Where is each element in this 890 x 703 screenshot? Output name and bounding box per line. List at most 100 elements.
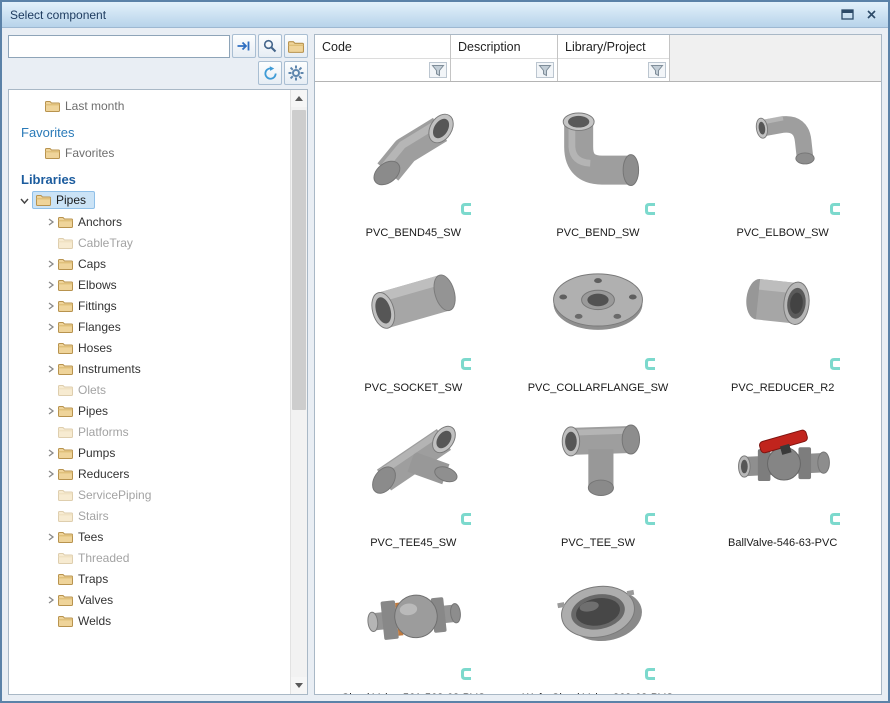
component-item[interactable]: PVC_TEE_SW — [506, 404, 691, 555]
tree-item-label: Hoses — [78, 341, 112, 355]
ballvalve-thumbnail — [725, 406, 841, 505]
tree-item-pipes-root[interactable]: Pipes — [9, 189, 290, 211]
magnifier-icon[interactable] — [258, 34, 282, 58]
tree-item-traps[interactable]: Traps — [9, 568, 290, 589]
folder-icon — [58, 531, 73, 543]
tree-item-label: Anchors — [78, 215, 122, 229]
chevron-right-icon[interactable] — [43, 533, 58, 541]
filter-funnel-icon[interactable] — [536, 62, 554, 78]
filter-funnel-icon[interactable] — [429, 62, 447, 78]
component-item[interactable]: PVC_COLLARFLANGE_SW — [506, 249, 691, 400]
chevron-right-icon[interactable] — [43, 260, 58, 268]
tree-item-label: Fittings — [78, 299, 117, 313]
tree-item-platforms[interactable]: Platforms — [9, 421, 290, 442]
folder-icon — [58, 405, 73, 417]
component-item[interactable]: PVC_SOCKET_SW — [321, 249, 506, 400]
tree-content: Last month Favorites Favorites Libraries — [9, 90, 290, 694]
folder-icon — [58, 468, 73, 480]
header-filler — [670, 35, 881, 81]
dialog-title: Select component — [10, 8, 106, 22]
scroll-up-icon[interactable] — [291, 90, 307, 107]
tree-item-favorites[interactable]: Favorites — [9, 142, 290, 163]
folder-icon — [58, 321, 73, 333]
gear-icon[interactable] — [284, 61, 308, 85]
tree-item-label: CableTray — [78, 236, 133, 250]
folder-icon — [58, 489, 73, 501]
close-icon[interactable] — [862, 7, 880, 22]
tree-item-reducers[interactable]: Reducers — [9, 463, 290, 484]
component-code: PVC_ELBOW_SW — [737, 227, 829, 239]
chevron-right-icon[interactable] — [43, 470, 58, 478]
component-item[interactable]: PVC_ELBOW_SW — [690, 94, 875, 245]
window-controls — [838, 7, 880, 22]
folder-icon — [58, 342, 73, 354]
column-header-description[interactable]: Description — [451, 35, 558, 81]
component-item[interactable]: PVC_BEND_SW — [506, 94, 691, 245]
tree-item-pumps[interactable]: Pumps — [9, 442, 290, 463]
scrollbar-thumb[interactable] — [292, 110, 306, 410]
chevron-right-icon[interactable] — [43, 407, 58, 415]
component-grid: PVC_BEND45_SWPVC_BEND_SW PVC_ELBOW_SW PVC_… — [315, 82, 881, 694]
tree-item-label: Olets — [78, 383, 106, 397]
open-folder-icon[interactable] — [284, 34, 308, 58]
folder-icon — [45, 147, 60, 159]
tree-item-label: Tees — [78, 530, 103, 544]
tree-item-valves[interactable]: Valves — [9, 589, 290, 610]
tree-item-last-month[interactable]: Last month — [9, 95, 290, 116]
chevron-right-icon[interactable] — [43, 281, 58, 289]
tree-item-label: ServicePiping — [78, 488, 151, 502]
folder-icon — [58, 552, 73, 564]
tree-item-anchors[interactable]: Anchors — [9, 211, 290, 232]
tree-scrollbar[interactable] — [290, 90, 307, 694]
chevron-right-icon[interactable] — [43, 596, 58, 604]
component-item[interactable]: PVC_REDUCER_R2 — [690, 249, 875, 400]
scroll-down-icon[interactable] — [291, 677, 307, 694]
search-input[interactable] — [8, 35, 230, 58]
component-badge-icon — [460, 357, 474, 376]
component-item[interactable]: PVC_TEE45_SW — [321, 404, 506, 555]
tree-item-pipes[interactable]: Pipes — [9, 400, 290, 421]
component-badge-icon — [644, 202, 658, 221]
component-item[interactable]: WaferCheckValve-369-63-PVC — [506, 559, 691, 694]
component-code: PVC_COLLARFLANGE_SW — [528, 382, 669, 394]
tree-item-threaded[interactable]: Threaded — [9, 547, 290, 568]
reducer-thumbnail — [725, 251, 841, 350]
title-bar[interactable]: Select component — [2, 2, 888, 28]
results-panel: Code Description Library/Project — [314, 34, 882, 695]
chevron-right-icon[interactable] — [43, 323, 58, 331]
dialog-body: Last month Favorites Favorites Libraries — [2, 28, 888, 701]
wafercheck-thumbnail — [540, 561, 656, 660]
tree-item-caps[interactable]: Caps — [9, 253, 290, 274]
chevron-right-icon[interactable] — [43, 449, 58, 457]
filter-funnel-icon[interactable] — [648, 62, 666, 78]
tree-item-elbows[interactable]: Elbows — [9, 274, 290, 295]
tree-item-hoses[interactable]: Hoses — [9, 337, 290, 358]
tree-item-flanges[interactable]: Flanges — [9, 316, 290, 337]
chevron-right-icon[interactable] — [43, 365, 58, 373]
tree-item-label: Traps — [78, 572, 108, 586]
go-button[interactable] — [232, 34, 256, 58]
component-code: PVC_SOCKET_SW — [364, 382, 462, 394]
tree-item-stairs[interactable]: Stairs — [9, 505, 290, 526]
tree-item-tees[interactable]: Tees — [9, 526, 290, 547]
chevron-right-icon[interactable] — [43, 218, 58, 226]
component-item[interactable]: CheckValve-561-562-63-PVC — [321, 559, 506, 694]
chevron-down-icon[interactable] — [17, 196, 32, 205]
component-item[interactable]: PVC_BEND45_SW — [321, 94, 506, 245]
folder-icon — [58, 384, 73, 396]
chevron-right-icon[interactable] — [43, 302, 58, 310]
tree-item-instruments[interactable]: Instruments — [9, 358, 290, 379]
tree-item-fittings[interactable]: Fittings — [9, 295, 290, 316]
refresh-icon[interactable] — [258, 61, 282, 85]
tree-item-olets[interactable]: Olets — [9, 379, 290, 400]
tree-item-welds[interactable]: Welds — [9, 610, 290, 631]
component-item[interactable]: BallValve-546-63-PVC — [690, 404, 875, 555]
dock-icon[interactable] — [838, 7, 856, 22]
column-header-code[interactable]: Code — [315, 35, 451, 81]
tree-item-servicepiping[interactable]: ServicePiping — [9, 484, 290, 505]
column-header-library[interactable]: Library/Project — [558, 35, 670, 81]
tree-item-cabletray[interactable]: CableTray — [9, 232, 290, 253]
folder-icon — [58, 426, 73, 438]
search-toolbar — [8, 34, 308, 58]
component-badge-icon — [460, 512, 474, 531]
